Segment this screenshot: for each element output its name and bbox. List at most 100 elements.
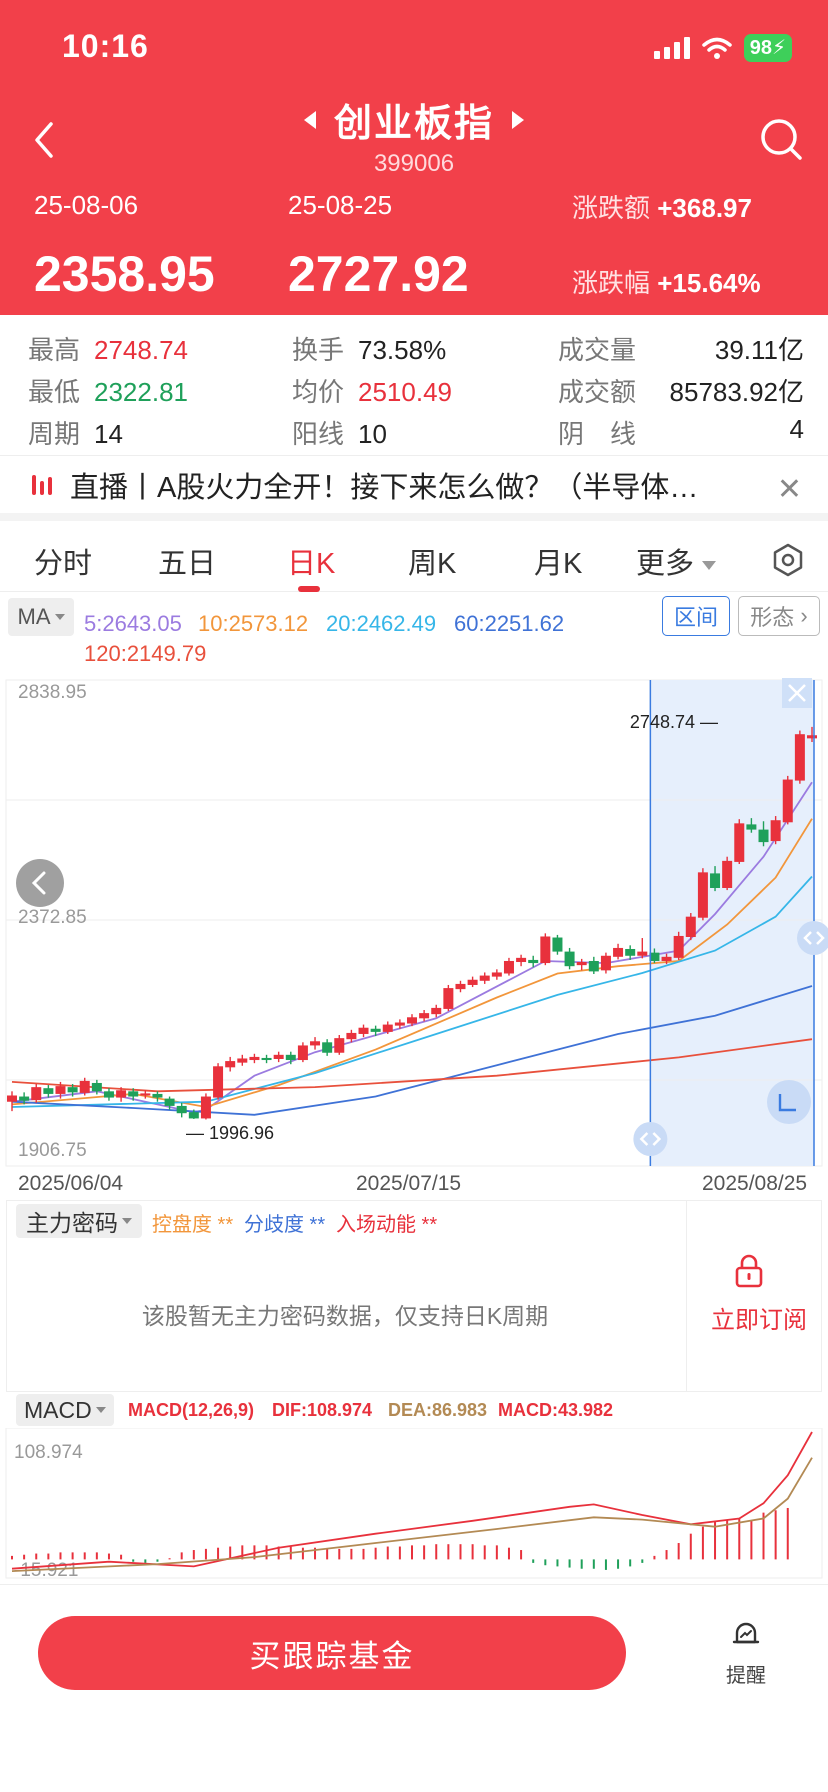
tab-weekly-k[interactable]: 周K bbox=[408, 540, 456, 582]
x-tick-start: 2025/06/04 bbox=[18, 1172, 124, 1195]
next-stock-icon[interactable] bbox=[512, 110, 524, 129]
candle-body bbox=[213, 1066, 224, 1098]
candle-body bbox=[467, 979, 478, 985]
settings-hexagon-icon[interactable] bbox=[770, 542, 806, 578]
stock-code: 399006 bbox=[373, 150, 455, 177]
candle-body bbox=[625, 948, 636, 956]
stat-volume-label: 成交量 bbox=[558, 335, 637, 365]
candle-body bbox=[710, 873, 721, 888]
prev-stock-icon[interactable] bbox=[303, 110, 316, 129]
candle-body bbox=[600, 955, 611, 971]
range-stats: 最高 2748.74 最低 2322.81 周期 14 换手 73.58% 均价 2510… bbox=[0, 318, 828, 454]
chart-prev-icon[interactable] bbox=[16, 859, 64, 907]
candle-body bbox=[91, 1082, 102, 1092]
candle bbox=[443, 984, 454, 1012]
range-left-handle[interactable] bbox=[633, 1122, 668, 1156]
header: 10:16 98⚡ 创业板指 399006 25-08-06 25-08-25 … bbox=[0, 0, 828, 315]
news-bar[interactable]: 直播丨A股火力全开！接下来怎么做？（半导体… ✕ bbox=[0, 455, 828, 521]
tab-daily-k[interactable]: 日K bbox=[287, 540, 335, 582]
subscribe-button[interactable]: 立即订阅 bbox=[704, 1300, 814, 1335]
candle bbox=[685, 913, 696, 941]
candle-body bbox=[407, 1017, 417, 1024]
buy-tracking-fund-button[interactable]: 买跟踪基金 bbox=[38, 1616, 626, 1690]
candle-body bbox=[297, 1045, 308, 1061]
tab-five-day[interactable]: 五日 bbox=[158, 540, 216, 582]
macd-title: MACD(12,26,9) bbox=[128, 1400, 255, 1420]
candle-body bbox=[346, 1032, 357, 1040]
candle bbox=[782, 775, 793, 825]
candle-body bbox=[67, 1087, 78, 1093]
tab-intraday[interactable]: 分时 bbox=[34, 540, 92, 582]
candle-body bbox=[261, 1057, 272, 1061]
page-title: 创业板指 bbox=[333, 103, 494, 145]
candle-body bbox=[249, 1056, 260, 1061]
macd-indicator-select[interactable]: MACD bbox=[16, 1394, 114, 1426]
chevron-down-icon bbox=[122, 1218, 132, 1224]
change-amount: 涨跌额 +368.97 bbox=[572, 193, 752, 223]
stat-avg: 均价 2510.49 bbox=[292, 377, 452, 407]
candle-body bbox=[770, 820, 781, 842]
candle-body bbox=[503, 960, 514, 974]
candle-body bbox=[43, 1088, 54, 1094]
candle bbox=[540, 933, 551, 966]
ma120-value: 120:2149.79 bbox=[84, 641, 207, 666]
close-icon[interactable]: ✕ bbox=[777, 472, 802, 507]
stat-turnover: 换手 73.58% bbox=[292, 335, 447, 365]
candle-body bbox=[431, 1007, 442, 1015]
ma-indicator-select[interactable]: MA bbox=[8, 598, 74, 636]
title-area: 创业板指 bbox=[0, 92, 828, 147]
candle-body bbox=[334, 1038, 345, 1053]
candle-body bbox=[443, 988, 454, 1009]
ma10-value: 10:2573.12 bbox=[198, 611, 309, 636]
candle-body bbox=[528, 959, 539, 964]
range-button[interactable]: 区间 bbox=[662, 596, 730, 636]
candle-body bbox=[152, 1093, 163, 1098]
ma60-value: 60:2251.62 bbox=[454, 611, 565, 636]
candle bbox=[697, 868, 708, 921]
remind-button[interactable]: 提醒 bbox=[716, 1620, 776, 1688]
candle-body bbox=[697, 872, 708, 918]
candle-body bbox=[588, 960, 599, 972]
x-tick-end: 2025/08/25 bbox=[702, 1172, 808, 1195]
candle-body bbox=[807, 735, 817, 739]
macd-value: MACD:43.982 bbox=[498, 1400, 614, 1420]
candle-body bbox=[782, 779, 793, 823]
macd-chart[interactable]: 108.974-15.921 bbox=[0, 1428, 828, 1584]
candle-body bbox=[7, 1095, 17, 1102]
candle bbox=[200, 1093, 211, 1120]
panel-divider bbox=[686, 1200, 687, 1392]
change-percent: 涨跌幅 +15.64% bbox=[572, 268, 761, 298]
candle-body bbox=[491, 972, 502, 977]
ma5-value: 5:2643.05 bbox=[84, 611, 182, 636]
status-time: 10:16 bbox=[62, 28, 149, 64]
main-force-select[interactable]: 主力密码 bbox=[16, 1204, 142, 1238]
candle-body bbox=[358, 1027, 369, 1034]
candle-body bbox=[19, 1096, 30, 1101]
active-tab-indicator bbox=[298, 586, 320, 592]
stat-period: 周期 14 bbox=[28, 419, 123, 449]
candle bbox=[600, 952, 611, 974]
y-tick-label: 2372.85 bbox=[18, 907, 87, 928]
news-text[interactable]: 直播丨A股火力全开！接下来怎么做？（半导体… bbox=[70, 464, 750, 506]
stat-low: 最低 2322.81 bbox=[28, 377, 188, 407]
candle-body bbox=[613, 947, 624, 957]
fullscreen-button[interactable] bbox=[767, 1080, 811, 1124]
candle-body bbox=[382, 1024, 393, 1032]
dea-value: DEA:86.983 bbox=[388, 1400, 488, 1420]
candle-body bbox=[540, 936, 551, 964]
kline-chart[interactable]: 2838.95 2372.85 1906.75 2748.74 — — 1996.96 bbox=[0, 676, 828, 1168]
range-start-price: 2358.95 bbox=[34, 246, 215, 302]
search-icon[interactable] bbox=[758, 116, 804, 162]
candle-body bbox=[370, 1028, 381, 1032]
signal-icon bbox=[653, 37, 690, 59]
candle-body bbox=[310, 1041, 321, 1046]
lock-icon bbox=[735, 1254, 763, 1288]
legend-control: 控盘度 ** bbox=[152, 1214, 234, 1236]
tab-more[interactable]: 更多 bbox=[636, 540, 717, 582]
tab-monthly-k[interactable]: 月K bbox=[534, 540, 582, 582]
candle-body bbox=[552, 937, 563, 952]
candle bbox=[213, 1063, 224, 1100]
shape-button[interactable]: 形态 › bbox=[738, 596, 820, 636]
candle-body bbox=[237, 1058, 248, 1063]
candle-body bbox=[479, 975, 490, 981]
